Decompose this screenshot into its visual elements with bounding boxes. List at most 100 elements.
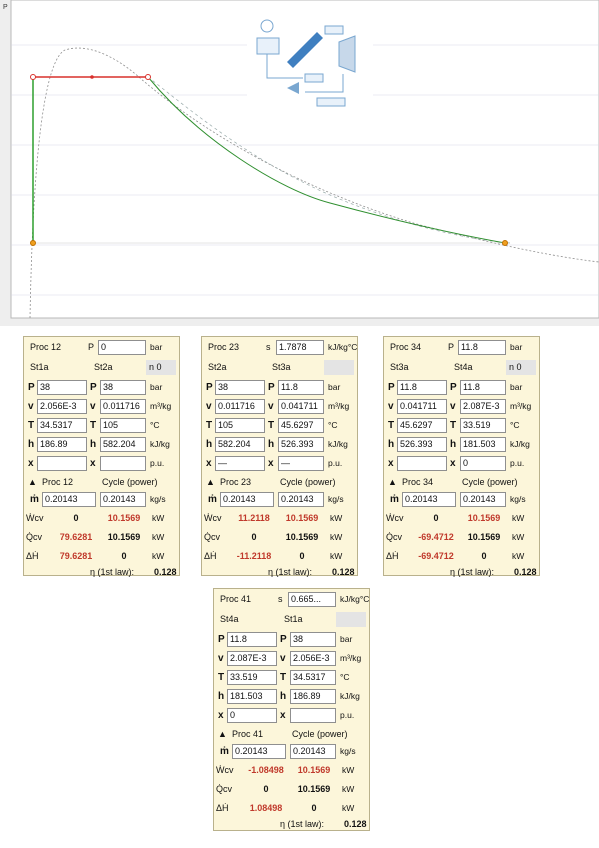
prop-input-b[interactable]: 33.519 [460, 418, 506, 433]
state-a-selector[interactable]: St1a [30, 360, 49, 375]
prop-input-a[interactable]: 34.5317 [37, 418, 87, 433]
prop-unit: m³/kg [328, 401, 350, 411]
energy-cycle-value: 10.1569 [297, 784, 331, 794]
energy-cycle-value: 10.1569 [107, 513, 141, 523]
energy-cycle-value: 10.1569 [467, 513, 501, 523]
prop-input-a[interactable]: 582.204 [215, 437, 265, 452]
prop-input-b[interactable]: 181.503 [460, 437, 506, 452]
pv-diagram[interactable]: P [0, 0, 599, 326]
state-a-selector[interactable]: St2a [208, 360, 227, 375]
energy-unit: kW [342, 784, 355, 794]
head-field-input[interactable]: 0.665... [288, 592, 336, 607]
proc-selector[interactable]: Proc 41 [220, 592, 251, 607]
state-b-selector[interactable]: St2a [94, 360, 113, 375]
n-field[interactable] [324, 360, 354, 375]
prop-input-b[interactable]: 186.89 [290, 689, 336, 704]
prop-input-a[interactable]: 186.89 [37, 437, 87, 452]
n-field[interactable]: n 0 [146, 360, 176, 375]
mdot-input-proc[interactable]: 0.20143 [232, 744, 286, 759]
mdot-label: ṁ [30, 494, 39, 505]
prop-input-b[interactable]: 38 [100, 380, 146, 395]
mdot-input-proc[interactable]: 0.20143 [220, 492, 274, 507]
prop-label-b: P [280, 634, 287, 645]
prop-input-b[interactable] [290, 708, 336, 723]
prop-input-b[interactable]: 0 [460, 456, 506, 471]
state-a-selector[interactable]: St4a [220, 612, 239, 627]
energy-cycle-value: 10.1569 [285, 513, 319, 523]
head-field-input[interactable]: 11.8 [458, 340, 506, 355]
mdot-input-cycle[interactable]: 0.20143 [460, 492, 506, 507]
prop-label-b: h [268, 439, 275, 450]
prop-input-a[interactable]: 45.6297 [397, 418, 447, 433]
prop-input-a[interactable]: 38 [215, 380, 265, 395]
state-b-selector[interactable]: St1a [284, 612, 303, 627]
prop-label-a: h [218, 691, 225, 702]
prop-input-a[interactable]: — [215, 456, 265, 471]
pump-icon [287, 82, 299, 94]
prop-input-b[interactable] [100, 456, 146, 471]
n-field[interactable] [336, 612, 366, 627]
state-b-selector[interactable]: St3a [272, 360, 291, 375]
prop-label-a: T [388, 420, 395, 431]
n-field[interactable]: n 0 [506, 360, 536, 375]
prop-input-b[interactable]: 38 [290, 632, 336, 647]
cycle-label: Cycle (power) [102, 477, 158, 487]
prop-input-a[interactable]: 0 [227, 708, 277, 723]
energy-proc-value: 11.2118 [238, 513, 270, 523]
mdot-input-proc[interactable]: 0.20143 [402, 492, 456, 507]
prop-input-b[interactable]: 11.8 [278, 380, 324, 395]
prop-input-b[interactable]: 0.011716 [100, 399, 146, 414]
energy-row-label: Q̇cv [204, 532, 221, 542]
prop-input-b[interactable]: 34.5317 [290, 670, 336, 685]
prop-input-a[interactable]: 105 [215, 418, 265, 433]
energy-cycle-value: 10.1569 [107, 532, 141, 542]
state-point-3 [502, 240, 508, 246]
prop-input-a[interactable]: 2.056E-3 [37, 399, 87, 414]
mdot-input-cycle[interactable]: 0.20143 [278, 492, 324, 507]
prop-input-b[interactable]: 11.8 [460, 380, 506, 395]
prop-unit: bar [340, 634, 353, 644]
head-field-input[interactable]: 0 [98, 340, 146, 355]
prop-input-a[interactable]: 38 [37, 380, 87, 395]
proc-selector[interactable]: Proc 23 [208, 340, 239, 355]
prop-unit: bar [510, 382, 523, 392]
state-a-selector[interactable]: St3a [390, 360, 409, 375]
prop-input-a[interactable] [397, 456, 447, 471]
prop-input-a[interactable]: 33.519 [227, 670, 277, 685]
mdot-input-cycle[interactable]: 0.20143 [290, 744, 336, 759]
efficiency-label: η (1st law): [268, 567, 313, 577]
prop-input-a[interactable]: 0.041711 [397, 399, 447, 414]
head-field-unit: bar [510, 342, 523, 352]
prop-input-b[interactable]: 526.393 [278, 437, 324, 452]
prop-input-a[interactable]: 181.503 [227, 689, 277, 704]
energy-proc-value: 0 [433, 513, 439, 523]
proc-selector[interactable]: Proc 12 [30, 340, 61, 355]
mdot-label: ṁ [208, 494, 217, 505]
prop-unit: °C [510, 420, 520, 430]
state-point-4 [30, 240, 36, 246]
lock-icon: ▲ [206, 477, 215, 487]
prop-input-b[interactable]: 2.087E-3 [460, 399, 506, 414]
energy-unit: kW [512, 513, 525, 523]
prop-input-b[interactable]: 2.056E-3 [290, 651, 336, 666]
prop-input-a[interactable]: 11.8 [397, 380, 447, 395]
prop-input-b[interactable]: 0.041711 [278, 399, 324, 414]
prop-input-a[interactable]: 2.087E-3 [227, 651, 277, 666]
prop-input-a[interactable]: 0.011716 [215, 399, 265, 414]
head-field-label: s [266, 342, 271, 352]
prop-input-a[interactable]: 526.393 [397, 437, 447, 452]
prop-input-b[interactable]: — [278, 456, 324, 471]
prop-label-a: h [206, 439, 213, 450]
proc-selector[interactable]: Proc 34 [390, 340, 421, 355]
prop-label-b: v [450, 401, 456, 412]
prop-input-b[interactable]: 45.6297 [278, 418, 324, 433]
mdot-input-cycle[interactable]: 0.20143 [100, 492, 146, 507]
head-field-input[interactable]: 1.7878 [276, 340, 324, 355]
prop-input-b[interactable]: 105 [100, 418, 146, 433]
prop-input-a[interactable]: 11.8 [227, 632, 277, 647]
mdot-input-proc[interactable]: 0.20143 [42, 492, 96, 507]
energy-unit: kW [512, 551, 525, 561]
state-b-selector[interactable]: St4a [454, 360, 473, 375]
prop-input-b[interactable]: 582.204 [100, 437, 146, 452]
prop-input-a[interactable] [37, 456, 87, 471]
